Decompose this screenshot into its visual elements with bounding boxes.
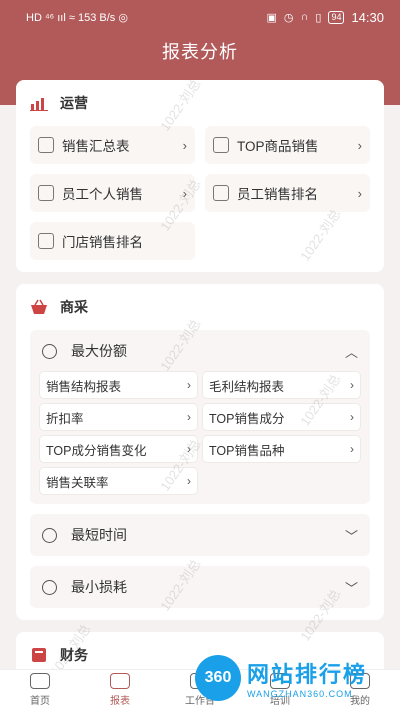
nfc-icon: ▣ [266,11,277,24]
smile-icon [42,579,57,595]
chevron-right-icon: › [182,185,187,201]
battery-icon: 94 [328,10,345,24]
alarm-icon: ◷ [283,11,294,24]
sales-summary-tile[interactable]: 销售汇总表 › [30,126,195,164]
shortest-time-title: 最短时间 [71,527,127,543]
chevron-right-icon: › [357,185,362,201]
tile-label: TOP销售成分 [209,411,285,426]
top-ingredient-change-tile[interactable]: TOP成分销售变化 › [40,436,197,462]
promo-badge: 360 [195,655,241,701]
store-ranking-tile[interactable]: 门店销售排名 [30,222,195,260]
ops-header: 运营 [30,90,370,116]
chevron-right-icon: › [357,137,362,153]
status-left: HD ⁴⁶ ııl ≈ 153 B/s ◎ [26,11,128,24]
promo-main: 网站排行榜 [247,662,368,687]
status-time: 14:30 [351,9,384,25]
tile-label: TOP销售品种 [209,443,285,458]
store-icon [38,233,54,249]
status-right: ▣ ◷ ∩ ▯ 94 14:30 [266,10,384,25]
chevron-right-icon: › [187,474,191,488]
ops-card: 运营 销售汇总表 › TOP商品销售 › 员工个人销售 › 员工销售排名 › 门… [16,80,384,272]
status-bar: HD ⁴⁶ ııl ≈ 153 B/s ◎ ▣ ◷ ∩ ▯ 94 14:30 [0,0,400,34]
max-share-group: 最大份额 ︿ 销售结构报表 › 毛利结构报表 › 折扣率 › TOP销售成分 › TOP… [30,330,370,504]
headset-icon: ∩ [300,11,309,23]
shortest-time-group: 最短时间 ﹀ [30,514,370,556]
procurement-card: 商采 最大份额 ︿ 销售结构报表 › 毛利结构报表 › 折扣率 › TOP销售成分 › … [16,284,384,620]
chevron-up-icon: ︿ [344,344,358,360]
chevron-right-icon: › [187,378,191,392]
tile-label: 员工销售排名 [237,187,318,202]
ops-grid: 销售汇总表 › TOP商品销售 › 员工个人销售 › 员工销售排名 › 门店销售… [30,126,370,260]
tile-label: 员工个人销售 [62,187,143,202]
tab-reports[interactable]: 报表 [90,673,150,707]
tile-label: TOP商品销售 [237,139,319,154]
status-icons: HD ⁴⁶ ııl ≈ 153 B/s ◎ [26,11,128,24]
tab-label: 首页 [30,696,50,707]
tile-label: 销售结构报表 [46,379,122,394]
min-loss-title: 最小损耗 [71,579,127,595]
chevron-right-icon: › [350,442,354,456]
tile-label: 折扣率 [46,411,84,426]
top-sales-variety-tile[interactable]: TOP销售品种 › [203,436,360,462]
tile-label: 毛利结构报表 [209,379,285,394]
clock-icon [42,527,57,543]
chevron-down-icon: ﹀ [344,528,358,544]
procurement-title: 商采 [60,299,88,315]
bar-chart-icon [30,95,48,111]
store-icon [213,137,229,153]
chevron-right-icon: › [187,442,191,456]
promo-logo: 360 网站排行榜 WANGZHAN360.COM [195,655,395,701]
promo-sub: WANGZHAN360.COM [247,689,353,699]
max-share-header[interactable]: 最大份额 ︿ [30,330,370,372]
min-loss-header[interactable]: 最小损耗 ﹀ [30,566,370,608]
ops-title: 运营 [60,95,88,111]
max-share-title: 最大份额 [71,343,127,359]
tile-label: 销售关联率 [46,475,109,490]
pie-chart-icon [42,343,57,359]
tab-label: 报表 [110,696,130,707]
sales-structure-tile[interactable]: 销售结构报表 › [40,372,197,398]
basket-icon [30,299,48,315]
gross-margin-tile[interactable]: 毛利结构报表 › [203,372,360,398]
max-share-body: 销售结构报表 › 毛利结构报表 › 折扣率 › TOP销售成分 › TOP成分销售变化 ›… [30,372,370,504]
monitor-icon [38,185,54,201]
chart-icon [110,673,130,689]
finance-title: 财务 [60,647,88,663]
tile-label: 门店销售排名 [62,235,143,250]
vibrate-icon: ▯ [315,11,322,24]
employee-ranking-tile[interactable]: 员工销售排名 › [205,174,370,212]
chevron-right-icon: › [187,410,191,424]
discount-rate-tile[interactable]: 折扣率 › [40,404,197,430]
home-icon [30,673,50,689]
max-share-grid: 销售结构报表 › 毛利结构报表 › 折扣率 › TOP销售成分 › TOP成分销售变化 ›… [40,372,360,494]
top-product-sales-tile[interactable]: TOP商品销售 › [205,126,370,164]
tile-label: TOP成分销售变化 [46,443,147,458]
chevron-right-icon: › [182,137,187,153]
min-loss-group: 最小损耗 ﹀ [30,566,370,608]
chevron-right-icon: › [350,410,354,424]
tile-label: 销售汇总表 [62,139,130,154]
chevron-right-icon: › [350,378,354,392]
shortest-time-header[interactable]: 最短时间 ﹀ [30,514,370,556]
page-title: 报表分析 [162,42,238,62]
tab-home[interactable]: 首页 [10,673,70,707]
main-content[interactable]: 运营 销售汇总表 › TOP商品销售 › 员工个人销售 › 员工销售排名 › 门… [0,80,400,670]
report-icon [38,137,54,153]
store-icon [213,185,229,201]
top-sales-ingredient-tile[interactable]: TOP销售成分 › [203,404,360,430]
ledger-icon [30,647,48,663]
promo-text: 网站排行榜 WANGZHAN360.COM [247,657,367,699]
sales-correlation-tile[interactable]: 销售关联率 › [40,468,197,494]
procurement-header: 商采 [30,294,370,320]
employee-sales-tile[interactable]: 员工个人销售 › [30,174,195,212]
chevron-down-icon: ﹀ [344,580,358,596]
